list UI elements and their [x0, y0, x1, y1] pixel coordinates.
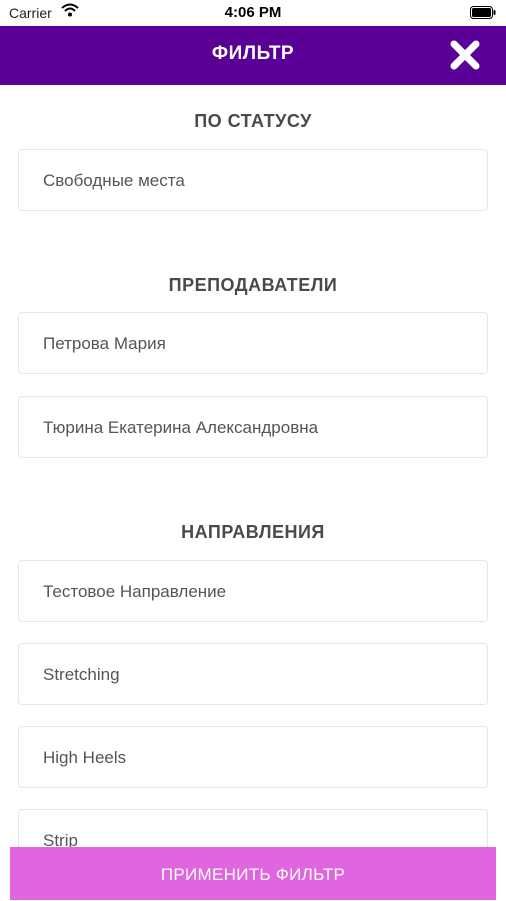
battery-icon	[470, 6, 496, 19]
filter-option-teacher[interactable]: Петрова Мария	[18, 312, 488, 374]
section-title-directions: НАПРАВЛЕНИЯ	[181, 522, 325, 542]
filter-option-free-seats[interactable]: Свободные места	[18, 149, 488, 211]
filter-option-direction[interactable]: Тестовое Направление	[18, 560, 488, 622]
option-label: Strip	[43, 831, 78, 847]
filter-list: ПО СТАТУСУ Свободные места ПРЕПОДАВАТЕЛИ…	[0, 85, 506, 847]
option-label: Stretching	[43, 665, 120, 684]
option-label: Свободные места	[43, 171, 185, 190]
status-bar: Carrier 4:06 PM	[0, 0, 506, 26]
section-title-status: ПО СТАТУСУ	[194, 111, 312, 131]
section-title-teachers: ПРЕПОДАВАТЕЛИ	[168, 275, 338, 295]
option-label: Петрова Мария	[43, 334, 166, 353]
filter-option-direction[interactable]: Stretching	[18, 643, 488, 705]
filter-option-direction[interactable]: Strip	[18, 809, 488, 847]
header-bar: ФИЛЬТР	[0, 26, 506, 85]
option-label: Тюрина Екатерина Александровна	[43, 418, 319, 437]
apply-filter-button[interactable]: ПРИМЕНИТЬ ФИЛЬТР	[10, 847, 496, 900]
filter-option-direction[interactable]: High Heels	[18, 726, 488, 788]
clock: 4:06 PM	[224, 4, 282, 21]
option-label: Тестовое Направление	[43, 582, 227, 601]
filter-option-teacher[interactable]: Тюрина Екатерина Александровна	[18, 396, 488, 458]
page-title: ФИЛЬТР	[211, 43, 295, 64]
option-label: High Heels	[43, 748, 127, 767]
close-icon[interactable]	[448, 38, 482, 72]
